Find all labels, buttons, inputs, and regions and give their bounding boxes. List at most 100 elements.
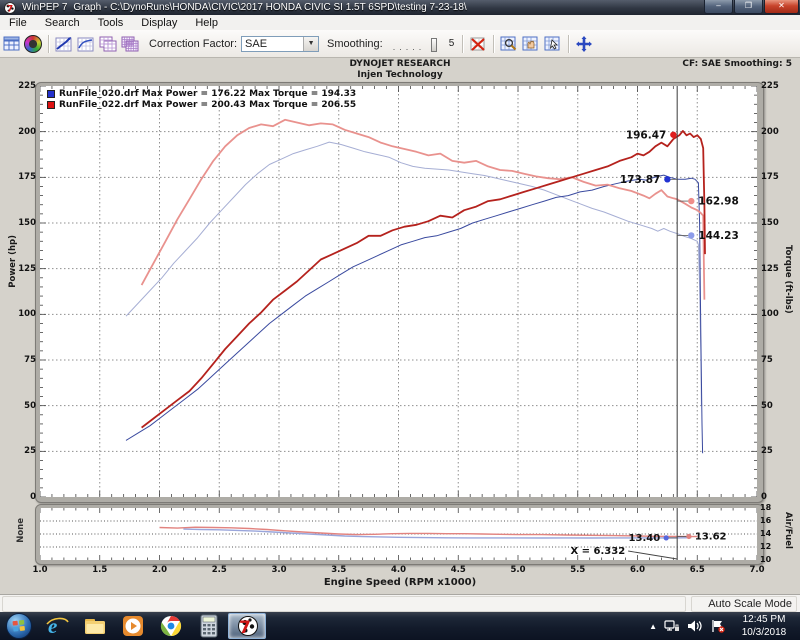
grid-icon	[3, 36, 20, 51]
tick-label: 150	[761, 218, 785, 228]
status-bar: Auto Scale Mode	[0, 594, 800, 613]
tick-label: 16	[760, 516, 780, 525]
action-center-flag-icon[interactable]	[710, 619, 726, 633]
legend-row: RunFile_022.drf Max Power = 200.43 Max T…	[47, 100, 356, 110]
winpep-icon: 7	[234, 614, 260, 638]
svg-text:7: 7	[7, 4, 13, 14]
dyno-graph[interactable]: 196.47173.87162.98144.23	[40, 86, 757, 497]
tick-label: 175	[12, 172, 36, 182]
tick-label: 125	[12, 264, 36, 274]
zoom-graph-button[interactable]	[498, 33, 520, 54]
graph-compare-button[interactable]	[97, 33, 119, 54]
taskbar-ie[interactable]: e	[38, 613, 76, 639]
tick-label: 6.5	[683, 565, 711, 575]
menu-tools[interactable]: Tools	[89, 17, 133, 29]
move-axes-button[interactable]	[573, 33, 595, 54]
left-axis-title: Power (hp)	[8, 235, 18, 288]
cursor-value-label: 173.87	[620, 174, 661, 186]
legend-row: RunFile_020.drf Max Power = 176.22 Max T…	[47, 89, 356, 99]
toolbar-separator	[493, 35, 494, 53]
tick-label: 18	[760, 503, 780, 512]
tick-label: 175	[761, 172, 785, 182]
menu-file[interactable]: File	[0, 17, 36, 29]
slider-thumb[interactable]	[431, 38, 437, 52]
windows-orb-icon	[6, 613, 32, 639]
runlist-grid-button[interactable]	[0, 33, 22, 54]
menu-search[interactable]: Search	[36, 17, 89, 29]
clock-date: 10/3/2018	[730, 626, 798, 639]
taskbar-chrome[interactable]	[152, 613, 190, 639]
taskbar-clock[interactable]: 12:45 PM 10/3/2018	[730, 612, 798, 640]
graph-line-button[interactable]	[75, 33, 97, 54]
svg-text:e: e	[48, 614, 57, 638]
app-title: WinPEP 7	[22, 2, 67, 13]
tick-label: 225	[12, 81, 36, 91]
start-button[interactable]	[0, 613, 38, 639]
tick-label: 25	[761, 446, 785, 456]
minimize-button[interactable]: –	[704, 0, 733, 14]
graph-power-button[interactable]	[53, 33, 75, 54]
tick-label: 14	[760, 529, 780, 538]
tick-label: 10	[760, 555, 780, 564]
taskbar-calculator[interactable]	[190, 613, 228, 639]
media-player-icon	[121, 614, 145, 638]
window-controls: – ❐ ✕	[703, 0, 799, 14]
tick-label: 7.0	[743, 565, 771, 575]
pan-graph-button[interactable]	[520, 33, 542, 54]
tray-expand-arrow[interactable]: ▲	[649, 622, 657, 631]
color-wheel-icon	[24, 35, 42, 53]
select-graph-button[interactable]	[542, 33, 564, 54]
tick-label: 50	[761, 401, 785, 411]
chrome-icon	[159, 614, 183, 638]
dyno-shop-subtitle: Injen Technology	[0, 70, 800, 80]
tick-label: 4.5	[444, 565, 472, 575]
document-title: Graph - C:\DynoRuns\HONDA\CIVIC\2017 HON…	[73, 2, 466, 13]
tick-label: 75	[761, 355, 785, 365]
svg-text:7: 7	[239, 618, 251, 638]
maximize-button[interactable]: ❐	[734, 0, 763, 14]
taskbar-explorer[interactable]	[76, 613, 114, 639]
speaker-icon[interactable]	[687, 619, 703, 633]
cursor-value-label: 196.47	[626, 129, 667, 141]
graph-multi-icon	[121, 36, 139, 52]
network-icon[interactable]	[664, 619, 680, 633]
chevron-down-icon[interactable]: ▼	[303, 37, 318, 51]
smoothing-slider[interactable]: .....	[389, 36, 443, 52]
main-plot-area[interactable]: 196.47173.87162.98144.23	[40, 86, 757, 497]
graph-multi-button[interactable]	[119, 33, 141, 54]
tick-label: 50	[12, 401, 36, 411]
menu-display[interactable]: Display	[132, 17, 186, 29]
svg-text:13.62: 13.62	[695, 531, 727, 542]
menu-help[interactable]: Help	[186, 17, 227, 29]
tick-label: 100	[12, 309, 36, 319]
legend-text: RunFile_020.drf Max Power = 176.22 Max T…	[59, 89, 356, 99]
tick-label: 1.0	[26, 565, 54, 575]
graph-compare-icon	[99, 36, 117, 52]
clear-graph-button[interactable]	[467, 33, 489, 54]
air-fuel-graph[interactable]: 13.4013.62X = 6.332	[40, 508, 757, 560]
tick-label: 25	[12, 446, 36, 456]
legend-swatch	[47, 101, 55, 109]
tick-label: 5.0	[504, 565, 532, 575]
tick-label: 100	[761, 309, 785, 319]
af-left-axis-title: None	[16, 518, 26, 543]
tick-label: 0	[12, 492, 36, 502]
tick-label: 3.5	[325, 565, 353, 575]
menu-bar: File Search Tools Display Help	[0, 15, 800, 31]
taskbar-winpep[interactable]: 7	[228, 613, 266, 639]
calculator-icon	[199, 614, 219, 638]
correction-factor-value: SAE	[242, 38, 303, 50]
correction-factor-select[interactable]: SAE ▼	[241, 36, 319, 52]
tick-label: 3.0	[265, 565, 293, 575]
svg-text:X = 6.332: X = 6.332	[570, 546, 625, 557]
taskbar-media-player[interactable]	[114, 613, 152, 639]
cursor-value-label: 162.98	[698, 196, 739, 208]
right-axis-title: Torque (ft-lbs)	[783, 245, 793, 314]
color-wheel-button[interactable]	[22, 33, 44, 54]
af-plot-area[interactable]: 13.4013.62X = 6.332	[40, 508, 757, 560]
zoom-graph-icon	[500, 36, 518, 52]
tick-label: 5.5	[564, 565, 592, 575]
close-button[interactable]: ✕	[764, 0, 799, 14]
tick-label: 12	[760, 542, 780, 551]
correction-factor-label: Correction Factor:	[149, 38, 237, 50]
